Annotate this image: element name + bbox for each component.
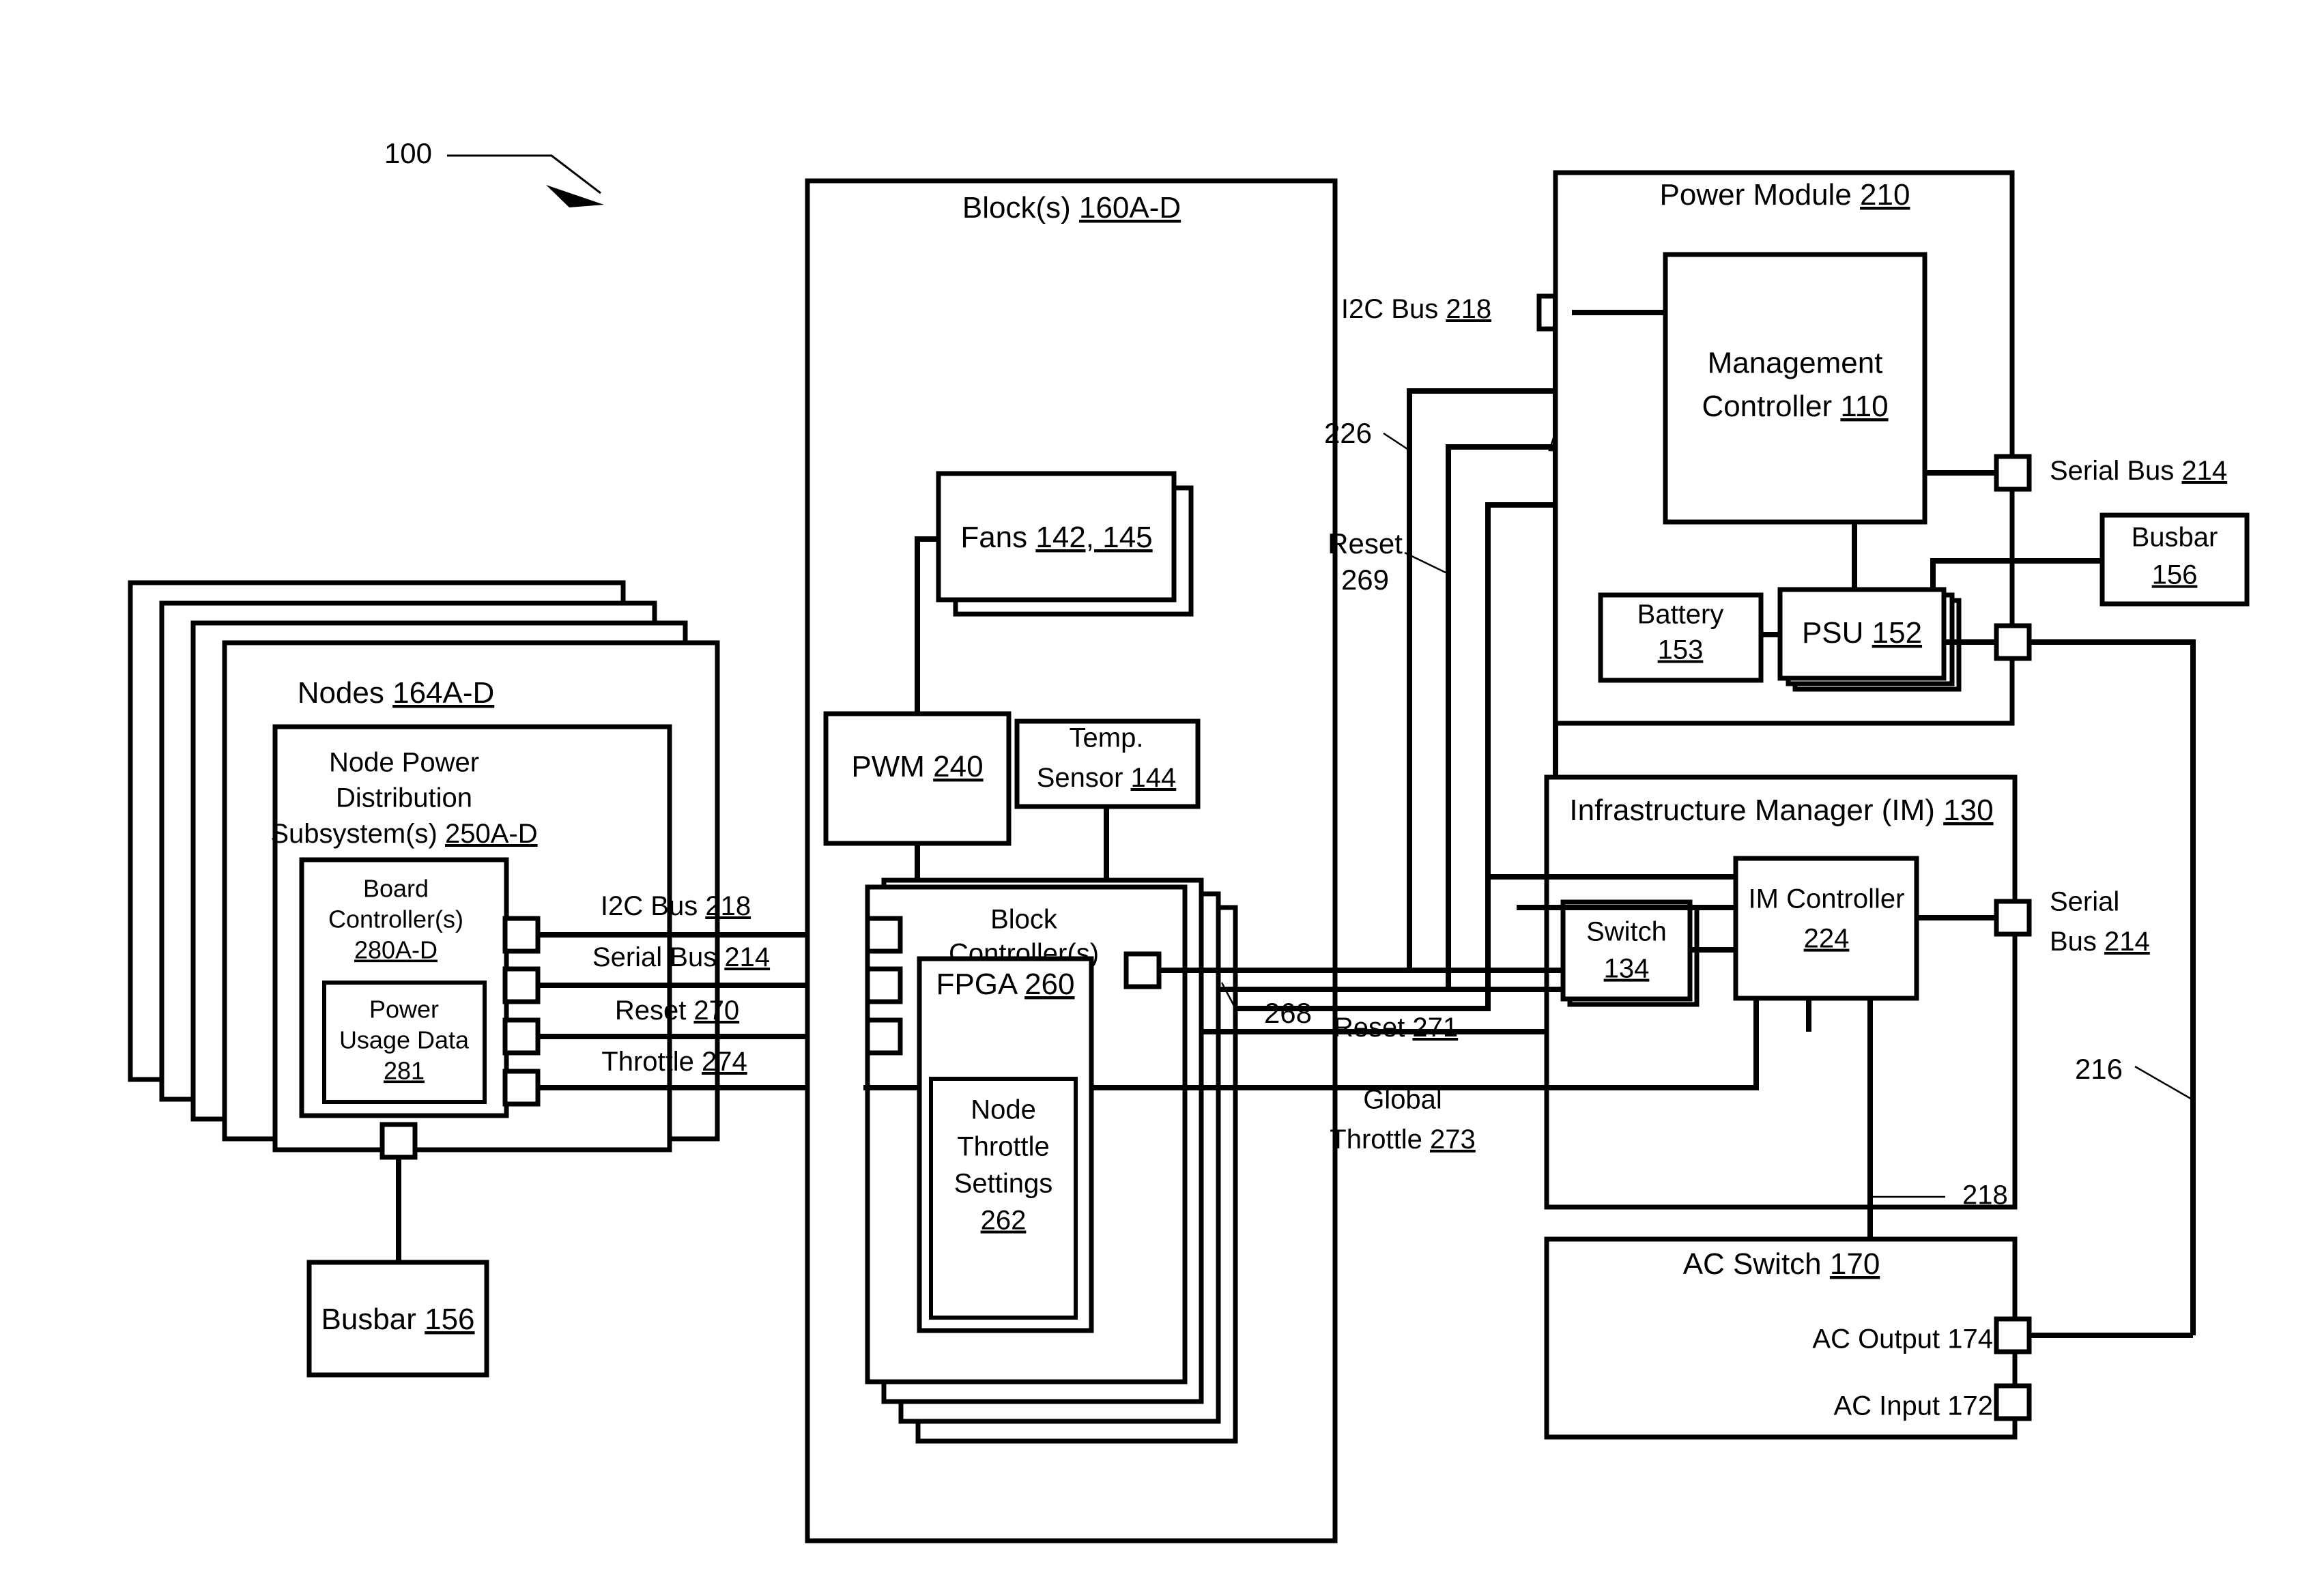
im-port-serial-214[interactable] bbox=[1994, 899, 2032, 937]
battery-line1: Battery bbox=[1637, 600, 1724, 630]
management-controller-box[interactable] bbox=[1663, 252, 1927, 525]
board-controller-line1: Board bbox=[363, 875, 429, 903]
busbar-right-ref: 156 bbox=[2152, 560, 2198, 590]
label-global-throttle-273-line1: Global bbox=[1363, 1085, 1442, 1115]
node-throttle-ref: 262 bbox=[981, 1206, 1027, 1236]
node-throttle-line1: Node bbox=[971, 1095, 1036, 1125]
im-controller-line1: IM Controller bbox=[1749, 884, 1905, 914]
ac-input-port[interactable] bbox=[1994, 1383, 2032, 1421]
psu-label: PSU 152 bbox=[1802, 616, 1922, 650]
im-controller-ref: 224 bbox=[1804, 924, 1850, 954]
label-im-serial-line2: Bus 214 bbox=[2050, 927, 2150, 957]
node-port-serial[interactable] bbox=[502, 966, 541, 1004]
patent-block-diagram: 100 Nodes 164A-D Node Power Distribution… bbox=[128, 137, 2250, 1543]
block-port-serial[interactable] bbox=[865, 966, 903, 1004]
ac-input-label: AC Input 172 bbox=[1834, 1391, 1994, 1421]
busbar-left-label: Busbar 156 bbox=[321, 1303, 474, 1336]
label-global-throttle-273-line2: Throttle 273 bbox=[1330, 1125, 1475, 1155]
block-port-i2c[interactable] bbox=[865, 916, 903, 954]
temp-sensor-line2: Sensor 144 bbox=[1037, 763, 1177, 793]
im-title: Infrastructure Manager (IM) 130 bbox=[1569, 794, 1993, 827]
bus-label-reset-270: Reset 270 bbox=[615, 996, 739, 1026]
busbar-right-line1: Busbar bbox=[2132, 523, 2218, 553]
leader-216 bbox=[2134, 1065, 2194, 1101]
pwm-label: PWM 240 bbox=[851, 750, 983, 783]
label-reset-271: Reset 271 bbox=[1334, 1013, 1458, 1043]
label-216: 216 bbox=[2075, 1053, 2123, 1085]
ac-switch-title: AC Switch 170 bbox=[1683, 1247, 1880, 1281]
label-serial-bus-214-right: Serial Bus 214 bbox=[2050, 456, 2227, 486]
subsystem-line1: Node Power bbox=[329, 748, 479, 778]
fpga-label: FPGA 260 bbox=[936, 968, 1074, 1001]
subsystem-line3: Subsystem(s) 250A-D bbox=[270, 819, 537, 849]
power-usage-line1: Power bbox=[369, 996, 439, 1024]
ac-output-label: AC Output 174 bbox=[1812, 1324, 1993, 1354]
management-controller-line2: Controller 110 bbox=[1702, 390, 1888, 423]
board-controller-ref: 280A-D bbox=[354, 936, 438, 964]
label-268: 268 bbox=[1264, 997, 1312, 1029]
diagram-canvas: 100 Nodes 164A-D Node Power Distribution… bbox=[0, 0, 2322, 1596]
figure-leader-line bbox=[447, 154, 601, 194]
blocks-title: Block(s) 160A-D bbox=[962, 191, 1181, 224]
bus-label-i2c-218: I2C Bus 218 bbox=[601, 891, 751, 921]
label-im-serial-line1: Serial bbox=[2050, 887, 2119, 917]
power-module-port-dc-output[interactable] bbox=[1994, 623, 2032, 661]
block-port-reset[interactable] bbox=[865, 1017, 903, 1056]
block-port-268[interactable] bbox=[1123, 951, 1162, 989]
power-module-port-serial-214[interactable] bbox=[1994, 454, 2032, 492]
nodes-title: Nodes 164A-D bbox=[298, 676, 495, 710]
power-usage-line2: Usage Data bbox=[339, 1026, 470, 1054]
node-port-reset[interactable] bbox=[502, 1017, 541, 1056]
node-throttle-line2: Throttle bbox=[957, 1132, 1050, 1162]
wire-output-port-to-ac-switch bbox=[2029, 639, 2196, 1335]
label-218-ac: 218 bbox=[1962, 1180, 2008, 1210]
node-throttle-line3: Settings bbox=[954, 1169, 1053, 1199]
label-i2c-bus-218-top: I2C Bus 218 bbox=[1341, 294, 1491, 324]
node-port-throttle[interactable] bbox=[502, 1069, 541, 1107]
switch-ref: 134 bbox=[1604, 954, 1650, 984]
label-226: 226 bbox=[1324, 417, 1372, 449]
temp-sensor-line1: Temp. bbox=[1070, 723, 1144, 753]
bus-label-serial-214: Serial Bus 214 bbox=[592, 942, 770, 972]
board-controller-line2: Controller(s) bbox=[328, 905, 463, 933]
node-busbar-port[interactable] bbox=[379, 1122, 418, 1160]
label-reset-269-line1: Reset bbox=[1328, 527, 1403, 560]
figure-reference-label: 100 bbox=[384, 137, 432, 169]
leader-226 bbox=[1383, 432, 1410, 452]
node-port-i2c[interactable] bbox=[502, 916, 541, 954]
power-module-title: Power Module 210 bbox=[1660, 178, 1910, 212]
fans-label: Fans 142, 145 bbox=[960, 521, 1152, 554]
block-controller-line1: Block bbox=[990, 905, 1058, 935]
battery-ref: 153 bbox=[1658, 635, 1704, 665]
power-usage-ref: 281 bbox=[384, 1057, 425, 1085]
ac-output-port[interactable] bbox=[1994, 1316, 2032, 1354]
switch-line1: Switch bbox=[1586, 917, 1667, 947]
subsystem-line2: Distribution bbox=[336, 783, 472, 813]
management-controller-line1: Management bbox=[1708, 347, 1883, 380]
bus-label-throttle-274: Throttle 274 bbox=[601, 1047, 747, 1077]
label-reset-269-line2: 269 bbox=[1341, 564, 1389, 596]
